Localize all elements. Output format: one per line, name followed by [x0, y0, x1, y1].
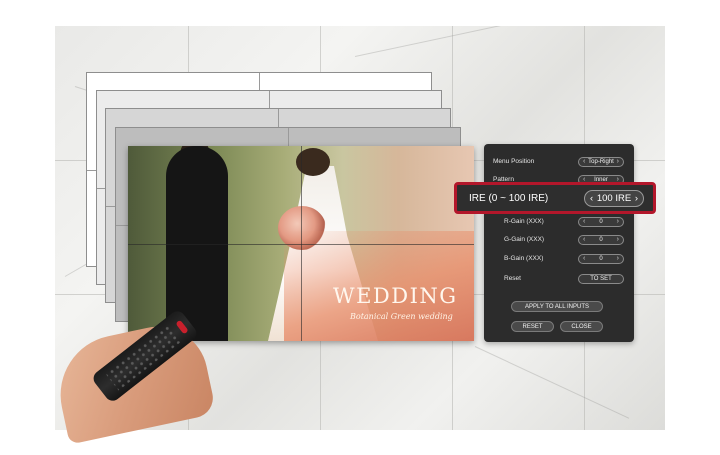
- menu-row-g-gain: G-Gain (XXX) ‹ 0 ›: [504, 233, 624, 246]
- ire-label: IRE (0 ~ 100 IRE): [469, 193, 548, 204]
- menu-row-label: B-Gain (XXX): [504, 255, 543, 262]
- chevron-right-icon[interactable]: ›: [617, 218, 619, 225]
- menu-row-reset: Reset TO SET: [504, 272, 624, 285]
- chevron-left-icon[interactable]: ‹: [583, 255, 585, 262]
- ire-highlight-callout: IRE (0 ~ 100 IRE) ‹ 100 IRE ›: [454, 182, 656, 214]
- chevron-left-icon[interactable]: ‹: [583, 158, 585, 165]
- menu-row-label: Menu Position: [493, 158, 534, 165]
- menu-row-r-gain: R-Gain (XXX) ‹ 0 ›: [504, 215, 624, 228]
- marble-vein: [475, 346, 629, 419]
- menu-row-label: Reset: [504, 275, 521, 282]
- menu-row-b-gain: B-Gain (XXX) ‹ 0 ›: [504, 252, 624, 265]
- osd-settings-panel: Menu Position ‹ Top-Right › Pattern ‹ In…: [484, 144, 634, 342]
- chevron-left-icon[interactable]: ‹: [590, 193, 593, 204]
- close-button[interactable]: CLOSE: [560, 321, 603, 332]
- chevron-right-icon[interactable]: ›: [617, 255, 619, 262]
- reset-button[interactable]: RESET: [511, 321, 554, 332]
- ire-value: 100 IRE: [597, 193, 631, 204]
- bezel-seam: [128, 244, 474, 245]
- ire-value-stepper[interactable]: ‹ 100 IRE ›: [584, 190, 644, 207]
- chevron-right-icon[interactable]: ›: [617, 236, 619, 243]
- chevron-right-icon[interactable]: ›: [635, 193, 638, 204]
- r-gain-stepper[interactable]: ‹ 0 ›: [578, 217, 624, 227]
- stepper-value: 0: [599, 237, 602, 243]
- chevron-right-icon[interactable]: ›: [617, 158, 619, 165]
- to-set-button[interactable]: TO SET: [578, 274, 624, 284]
- menu-row-position: Menu Position ‹ Top-Right ›: [493, 155, 624, 168]
- g-gain-stepper[interactable]: ‹ 0 ›: [578, 235, 624, 245]
- remote-power-button: [175, 320, 188, 335]
- wall-title: WEDDING: [333, 284, 458, 308]
- chevron-left-icon[interactable]: ‹: [583, 236, 585, 243]
- menu-position-selector[interactable]: ‹ Top-Right ›: [578, 157, 624, 167]
- stepper-value: 0: [599, 219, 602, 225]
- button-label: TO SET: [590, 276, 612, 282]
- selector-value: Top-Right: [588, 159, 614, 165]
- b-gain-stepper[interactable]: ‹ 0 ›: [578, 254, 624, 264]
- menu-row-label: G-Gain (XXX): [504, 236, 544, 243]
- apply-to-all-inputs-button[interactable]: APPLY TO ALL INPUTS: [511, 301, 603, 312]
- chevron-left-icon[interactable]: ‹: [583, 218, 585, 225]
- menu-row-label: R-Gain (XXX): [504, 218, 544, 225]
- stepper-value: 0: [599, 256, 602, 262]
- wall-subtitle: Botanical Green wedding: [350, 312, 453, 321]
